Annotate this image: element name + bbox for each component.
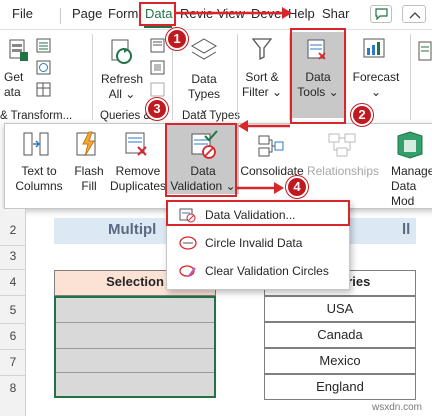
step-badge-3: 3 <box>146 98 168 120</box>
step-badge-4: 4 <box>286 176 308 198</box>
step-badge-2: 2 <box>351 104 373 126</box>
watermark: wsxdn.com <box>372 402 423 413</box>
step-badge-1: 1 <box>166 28 188 50</box>
annotation-arrows <box>176 7 292 194</box>
